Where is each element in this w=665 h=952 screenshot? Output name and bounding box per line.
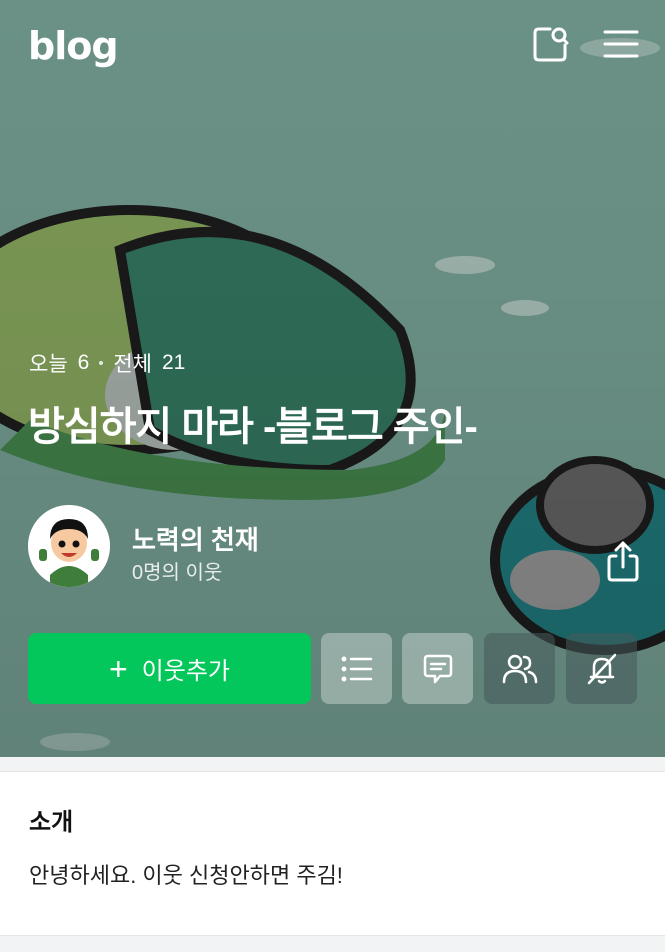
post-list-button[interactable]	[321, 633, 392, 704]
menu-icon[interactable]	[599, 22, 643, 66]
total-count: 21	[161, 351, 186, 374]
list-icon	[341, 656, 372, 681]
avatar[interactable]	[28, 505, 110, 587]
blog-title: 방심하지 마라 -블로그 주인-	[28, 405, 478, 449]
no-notification-icon	[587, 653, 616, 684]
intro-heading: 소개	[29, 809, 74, 836]
intro-section: 소개 안녕하세요. 이웃 신청안하면 주김!	[0, 771, 665, 936]
add-neighbor-button[interactable]: + 이웃추가	[28, 633, 311, 704]
visitor-stats: 오늘 6 전체 21	[29, 348, 185, 378]
share-icon[interactable]	[600, 538, 646, 584]
total-label: 전체	[113, 353, 152, 376]
add-neighbor-label: 이웃추가	[141, 658, 230, 685]
comment-icon	[423, 654, 452, 683]
neighbors-icon	[502, 654, 537, 683]
search-icon[interactable]	[528, 22, 572, 66]
notification-button[interactable]	[566, 633, 637, 704]
neighbor-count[interactable]: 0명의 이웃	[132, 556, 222, 585]
today-label: 오늘	[29, 353, 68, 376]
today-count: 6	[77, 351, 90, 374]
separator-dot	[99, 361, 104, 365]
intro-text: 안녕하세요. 이웃 신청안하면 주김!	[29, 863, 343, 888]
plus-icon: +	[108, 650, 128, 687]
blog-header-banner: blog 오늘 6 전체 21 방심하지 마라 -블로그 주인- 노력의 천재 …	[0, 0, 665, 757]
blog-logo[interactable]: blog	[28, 24, 119, 68]
blogger-nickname[interactable]: 노력의 천재	[132, 520, 259, 557]
neighbors-button[interactable]	[484, 633, 555, 704]
guestbook-button[interactable]	[402, 633, 473, 704]
